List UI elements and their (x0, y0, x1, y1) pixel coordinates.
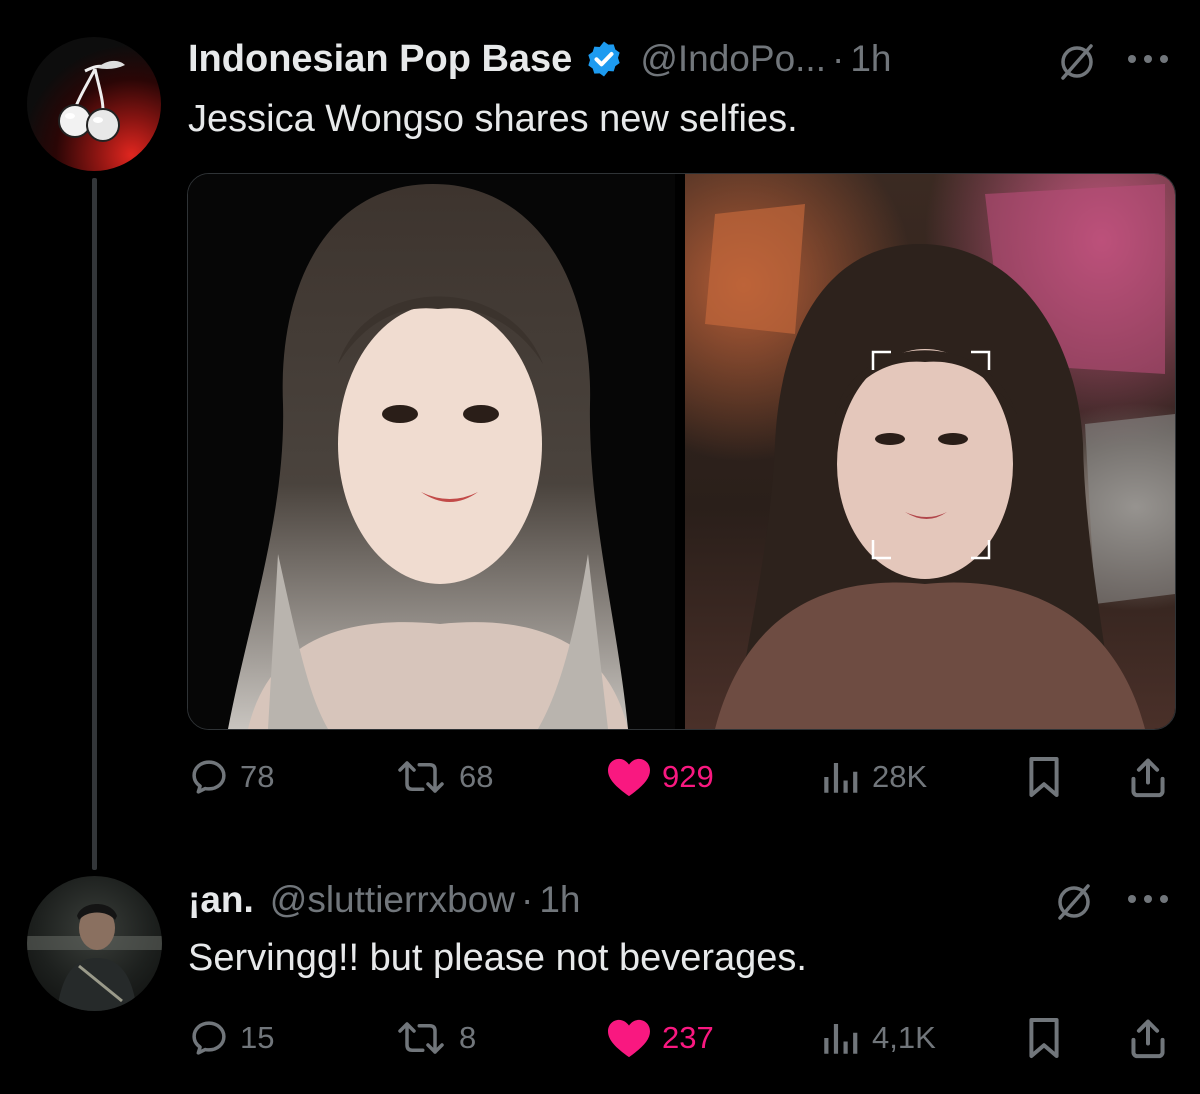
views-chart-icon (824, 763, 858, 793)
share-button[interactable] (1128, 1013, 1168, 1063)
avatar[interactable] (27, 876, 162, 1011)
reply-icon (192, 1021, 226, 1055)
media-grid[interactable] (187, 173, 1176, 730)
views-button[interactable]: 28K (818, 752, 927, 802)
author-handle[interactable]: @sluttierrxbow (270, 879, 515, 921)
timestamp[interactable]: 1h (539, 879, 580, 921)
view-count: 28K (872, 759, 928, 794)
cherry-logo-icon (58, 60, 125, 142)
reply-button[interactable]: 78 (188, 752, 274, 802)
tweet-header: Indonesian Pop Base @IndoPo... · 1h (188, 33, 891, 85)
author-handle[interactable]: @IndoPo... (640, 38, 826, 80)
separator-dot: · (831, 38, 845, 79)
more-icon[interactable] (1127, 893, 1169, 905)
mute-icon[interactable] (1052, 880, 1096, 924)
like-count: 929 (662, 759, 714, 794)
heart-icon (608, 758, 650, 797)
like-button[interactable]: 929 (606, 752, 714, 802)
bookmark-button[interactable] (1026, 752, 1062, 802)
repost-button[interactable]: 68 (393, 752, 493, 802)
view-count: 4,1K (872, 1020, 936, 1055)
repost-button[interactable]: 8 (393, 1013, 476, 1063)
timestamp[interactable]: 1h (850, 38, 891, 80)
reply-count: 15 (240, 1020, 275, 1055)
repost-icon (398, 1022, 444, 1054)
bookmark-icon (1029, 1018, 1059, 1058)
photo-left[interactable] (188, 174, 675, 729)
share-button[interactable] (1128, 752, 1168, 802)
views-chart-icon (824, 1024, 858, 1054)
mute-icon[interactable] (1055, 40, 1099, 84)
avatar[interactable] (27, 37, 161, 171)
tweet-header: ¡an. @sluttierrxbow · 1h (188, 874, 581, 926)
author-name[interactable]: ¡an. (188, 879, 254, 921)
reply-button[interactable]: 15 (188, 1013, 274, 1063)
share-icon (1131, 758, 1165, 798)
photo-right[interactable] (685, 174, 1175, 729)
like-count: 237 (662, 1020, 714, 1055)
separator-dot: · (521, 879, 534, 920)
reply-icon (192, 760, 226, 794)
views-button[interactable]: 4,1K (818, 1013, 936, 1063)
avatar-image (27, 904, 162, 1011)
like-button[interactable]: 237 (606, 1013, 714, 1063)
portrait-image (228, 184, 628, 729)
tweet-actions: 78 68 929 28K (188, 752, 1172, 802)
tweet-actions: 15 8 237 4,1K (188, 1013, 1172, 1063)
repost-count: 8 (459, 1020, 477, 1055)
bookmark-button[interactable] (1026, 1013, 1062, 1063)
tweet-text: Servingg!! but please not beverages. (188, 937, 807, 979)
more-icon[interactable] (1127, 53, 1169, 65)
verified-badge-icon (588, 41, 620, 77)
repost-icon (398, 761, 444, 793)
thread-connector-line (92, 178, 97, 870)
author-name[interactable]: Indonesian Pop Base (188, 38, 572, 81)
tweet-text: Jessica Wongso shares new selfies. (188, 98, 798, 140)
heart-icon (608, 1019, 650, 1058)
reply-count: 78 (240, 759, 275, 794)
portrait-image (705, 184, 1175, 729)
repost-count: 68 (459, 759, 494, 794)
share-icon (1131, 1019, 1165, 1059)
bookmark-icon (1029, 757, 1059, 797)
